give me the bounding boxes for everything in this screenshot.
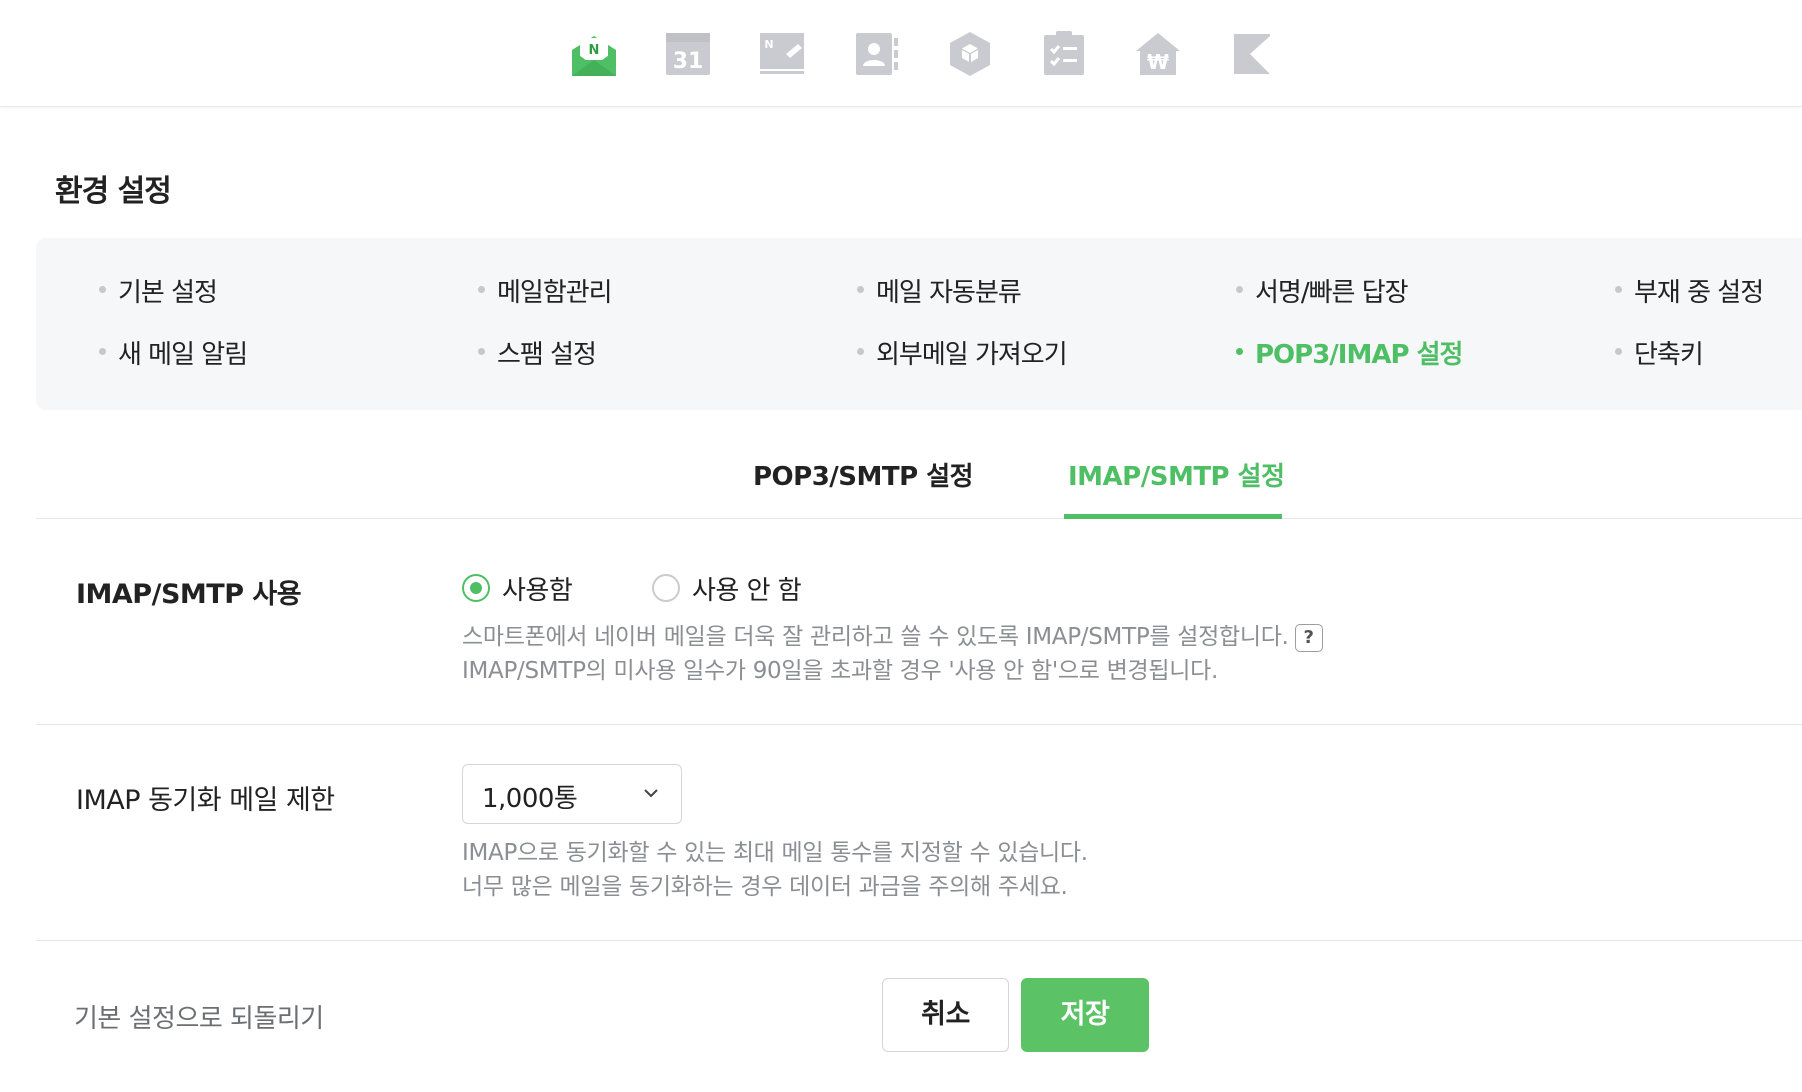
reset-defaults-link[interactable]: 기본 설정으로 되돌리기 (74, 998, 324, 1035)
imap-usage-description: 스마트폰에서 네이버 메일을 더욱 잘 관리하고 쓸 수 있도록 IMAP/SM… (462, 620, 1323, 688)
imap-sync-limit-label: IMAP 동기화 메일 제한 (76, 785, 335, 816)
menu-item-label: 부재 중 설정 (1634, 278, 1764, 308)
menu-item-label: 단축키 (1634, 340, 1704, 370)
radio-not-use[interactable]: 사용 안 함 (652, 572, 802, 606)
radio-use[interactable]: 사용함 (462, 572, 573, 606)
menu-item-pop3-imap[interactable]: POP3/IMAP 설정 (1236, 334, 1463, 371)
mybox-icon[interactable] (946, 30, 994, 78)
menu-item-auto-sort[interactable]: 메일 자동분류 (857, 272, 1022, 309)
calendar-icon[interactable]: 31 (664, 30, 712, 78)
radio-use-label: 사용함 (502, 575, 573, 606)
menu-item-external-mail[interactable]: 외부메일 가져오기 (857, 334, 1068, 371)
help-icon[interactable]: ? (1294, 624, 1323, 652)
tab-pop3-smtp[interactable]: POP3/SMTP 설정 (753, 456, 974, 493)
bullet-icon (478, 286, 485, 293)
bullet-icon (1615, 348, 1622, 355)
imap-sync-desc-line1: IMAP으로 동기화할 수 있는 최대 메일 통수를 지정할 수 있습니다. (462, 840, 1088, 866)
select-value: 1,000통 (482, 784, 578, 814)
menu-item-label: 메일함관리 (497, 278, 613, 308)
menu-item-shortcuts[interactable]: 단축키 (1615, 334, 1704, 371)
settings-menu: 기본 설정 메일함관리 메일 자동분류 서명/빠른 답장 부재 중 설정 새 메… (36, 238, 1802, 410)
contacts-icon[interactable] (852, 30, 900, 78)
todo-icon[interactable] (1040, 30, 1088, 78)
menu-item-new-mail-alert[interactable]: 새 메일 알림 (99, 334, 248, 371)
bullet-icon (1615, 286, 1622, 293)
menu-item-signature[interactable]: 서명/빠른 답장 (1236, 272, 1409, 309)
tabs-divider (36, 518, 1802, 519)
cancel-button[interactable]: 취소 (882, 978, 1009, 1052)
chevron-down-icon (644, 789, 658, 798)
imap-sync-description: IMAP으로 동기화할 수 있는 최대 메일 통수를 지정할 수 있습니다. 너… (462, 836, 1088, 904)
bullet-icon (99, 348, 106, 355)
svg-text:N: N (764, 38, 773, 51)
more-app-icon[interactable] (1228, 30, 1276, 78)
svg-text:N: N (589, 43, 600, 58)
imap-sync-desc-line2: 너무 많은 메일을 동기화하는 경우 데이터 과금을 주의해 주세요. (462, 874, 1068, 900)
menu-item-label: 서명/빠른 답장 (1255, 278, 1409, 308)
radio-not-use-label: 사용 안 함 (692, 575, 802, 606)
menu-item-label: 기본 설정 (118, 278, 218, 308)
radio-unchecked-icon (652, 574, 680, 602)
imap-sync-limit-select[interactable]: 1,000통 (462, 764, 682, 824)
mail-icon[interactable]: N (570, 30, 618, 78)
footer-divider (36, 940, 1802, 941)
imap-usage-desc-line2: IMAP/SMTP의 미사용 일수가 90일을 초과할 경우 '사용 안 함'으… (462, 658, 1218, 684)
memo-icon[interactable]: N (758, 30, 806, 78)
household-ledger-icon[interactable]: ₩ (1134, 30, 1182, 78)
bullet-icon (1236, 286, 1243, 293)
svg-text:₩: ₩ (1147, 50, 1169, 74)
active-tab-indicator (1064, 514, 1282, 519)
page-title: 환경 설정 (55, 174, 172, 209)
svg-text:31: 31 (673, 49, 704, 74)
bullet-icon (857, 348, 864, 355)
menu-item-absence[interactable]: 부재 중 설정 (1615, 272, 1764, 309)
save-button[interactable]: 저장 (1021, 978, 1149, 1052)
row-divider (36, 724, 1802, 725)
menu-item-mailbox[interactable]: 메일함관리 (478, 272, 613, 309)
app-bar: N 31 N ₩ (0, 0, 1802, 107)
menu-item-label: 새 메일 알림 (118, 340, 248, 370)
imap-usage-desc-line1: 스마트폰에서 네이버 메일을 더욱 잘 관리하고 쓸 수 있도록 IMAP/SM… (462, 624, 1289, 650)
menu-item-label: 스팸 설정 (497, 340, 597, 370)
bullet-icon (99, 286, 106, 293)
imap-usage-label: IMAP/SMTP 사용 (76, 579, 302, 610)
menu-item-basic[interactable]: 기본 설정 (99, 272, 218, 309)
menu-item-label: 메일 자동분류 (876, 278, 1022, 308)
bullet-icon (478, 348, 485, 355)
tab-imap-smtp[interactable]: IMAP/SMTP 설정 (1068, 456, 1285, 493)
bullet-icon (857, 286, 864, 293)
menu-item-label: 외부메일 가져오기 (876, 340, 1068, 370)
menu-item-spam[interactable]: 스팸 설정 (478, 334, 597, 371)
menu-item-label: POP3/IMAP 설정 (1255, 340, 1463, 370)
radio-checked-icon (462, 574, 490, 602)
bullet-icon (1236, 348, 1243, 355)
